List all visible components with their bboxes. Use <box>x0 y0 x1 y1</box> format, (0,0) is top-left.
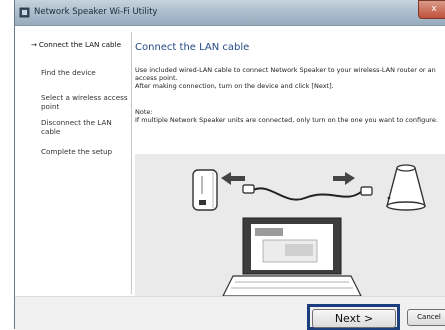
wifi-utility-window: Network Speaker Wi-Fi Utility x → Connect… <box>14 0 445 330</box>
connection-illustration <box>135 154 445 297</box>
steps-sidebar: → Connect the LAN cable Find the device S… <box>19 32 132 294</box>
sidebar-step-complete: Complete the setup <box>41 147 133 156</box>
wizard-footer: Next > Cancel <box>15 296 445 330</box>
arrow-right-icon <box>333 172 355 185</box>
window-title: Network Speaker Wi-Fi Utility <box>34 7 158 17</box>
app-icon <box>19 7 30 18</box>
cable-plug-right-icon <box>360 186 373 196</box>
title-bar: Network Speaker Wi-Fi Utility x <box>15 0 445 26</box>
cable-plug-left-icon <box>242 184 255 194</box>
step-label: Connect the LAN cable <box>38 40 122 49</box>
next-button[interactable]: Next > <box>312 309 396 328</box>
sidebar-step-disconnect-lan: Disconnect the LAN cable <box>41 118 133 136</box>
laptop-icon <box>222 217 362 297</box>
sidebar-step-find-device: Find the device <box>41 68 133 77</box>
network-speaker-icon <box>386 164 426 211</box>
current-step-arrow-icon: → <box>31 41 37 49</box>
step-label: Complete the setup <box>41 147 113 156</box>
cancel-button[interactable]: Cancel <box>407 309 445 326</box>
sidebar-step-connect-lan: → Connect the LAN cable <box>31 40 123 50</box>
connection-diagram <box>192 164 426 297</box>
step-label: Select a wireless access point <box>41 93 128 111</box>
router-icon <box>192 169 218 211</box>
step-label: Disconnect the LAN cable <box>41 118 112 136</box>
arrow-left-icon <box>221 172 245 185</box>
page-title: Connect the LAN cable <box>135 42 250 53</box>
sidebar-step-select-access-point: Select a wireless access point <box>41 93 133 111</box>
close-icon[interactable]: x <box>418 0 445 19</box>
wizard-content: → Connect the LAN cable Find the device S… <box>15 26 445 297</box>
after-connect-text: After making connection, turn on the dev… <box>135 82 334 90</box>
instruction-text: Use included wired-LAN cable to connect … <box>135 66 436 82</box>
step-label: Find the device <box>41 68 96 77</box>
note-label: Note: <box>135 108 153 116</box>
note-text: If multiple Network Speaker units are co… <box>135 116 438 124</box>
lan-cable <box>252 187 362 201</box>
